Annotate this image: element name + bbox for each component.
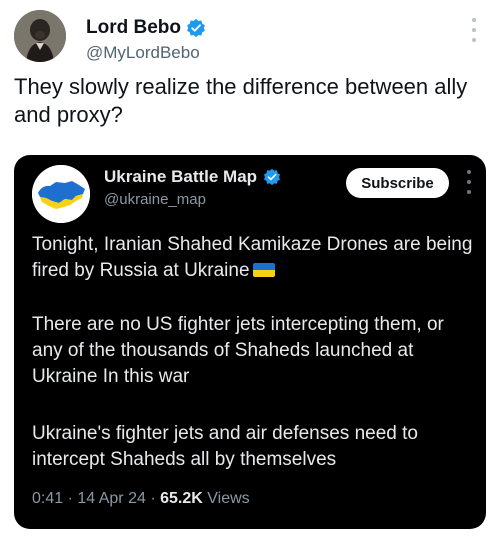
author-handle[interactable]: @MyLordBebo [86, 43, 200, 63]
author-name[interactable]: Lord Bebo [86, 17, 181, 39]
ukraine-map-logo-icon [32, 165, 90, 223]
ukraine-flag-icon [252, 263, 275, 277]
views-label: Views [207, 490, 250, 507]
quoted-avatar[interactable] [32, 165, 90, 223]
more-options-icon[interactable] [466, 170, 472, 194]
tweet-time[interactable]: 0:41 [32, 490, 63, 508]
verified-badge-icon [187, 18, 205, 38]
tweet-meta: 0:41 · 14 Apr 24 · 65.2K Views [32, 490, 250, 508]
tweet-text: They slowly realize the difference betwe… [14, 74, 468, 127]
quoted-paragraph-3: Ukraine's fighter jets and air defenses … [32, 423, 418, 470]
outer-tweet-header: Lord Bebo @MyLordBebo [14, 10, 489, 66]
avatar[interactable] [14, 10, 66, 62]
quoted-paragraph-2: There are no US fighter jets interceptin… [32, 314, 444, 387]
more-options-icon[interactable] [471, 18, 477, 42]
quoted-author-name[interactable]: Ukraine Battle Map [104, 167, 257, 187]
verified-badge-icon [264, 168, 281, 186]
quoted-paragraph-1: Tonight, Iranian Shahed Kamikaze Drones … [32, 232, 477, 284]
quoted-tweet-card[interactable]: Ukraine Battle Map @ukraine_map Subscrib… [14, 155, 486, 529]
quoted-author-handle[interactable]: @ukraine_map [104, 191, 206, 208]
tweet-date[interactable]: 14 Apr 24 [77, 490, 146, 508]
views-count[interactable]: 65.2K [160, 490, 203, 508]
subscribe-button[interactable]: Subscribe [346, 168, 449, 198]
avatar-dog-portrait-icon [14, 10, 66, 62]
